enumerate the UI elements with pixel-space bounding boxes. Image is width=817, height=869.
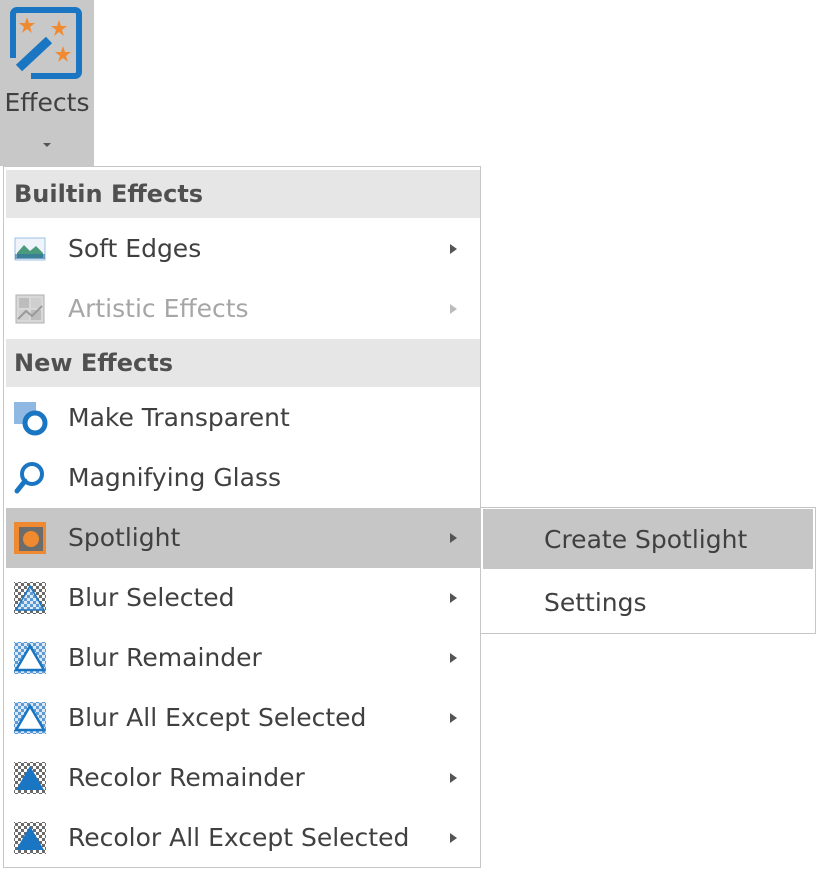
section-header-new: New Effects — [6, 339, 480, 387]
magnifying-glass-icon — [14, 462, 44, 494]
chevron-right-icon — [450, 593, 457, 603]
chevron-right-icon — [450, 533, 457, 543]
menu-item-blur-selected[interactable]: Blur Selected — [6, 568, 480, 628]
menu-item-label: Recolor All Except Selected — [68, 823, 410, 852]
blur-all-except-icon — [13, 702, 47, 734]
menu-item-label: Blur Selected — [68, 583, 235, 612]
menu-item-label: Magnifying Glass — [68, 463, 282, 492]
chevron-down-icon — [43, 143, 51, 147]
recolor-all-except-icon — [14, 822, 46, 854]
recolor-remainder-icon — [14, 762, 46, 794]
menu-item-label: Spotlight — [68, 523, 181, 552]
menu-item-artistic-effects[interactable]: Artistic Effects — [6, 279, 480, 339]
menu-item-label: Soft Edges — [68, 234, 202, 263]
menu-item-blur-all-except-selected[interactable]: Blur All Except Selected — [6, 688, 480, 748]
menu-item-recolor-remainder[interactable]: Recolor Remainder — [6, 748, 480, 808]
menu-item-label: Artistic Effects — [68, 294, 249, 323]
section-header-builtin: Builtin Effects — [6, 170, 480, 218]
menu-item-label: Blur All Except Selected — [68, 703, 367, 732]
menu-item-spotlight[interactable]: Spotlight — [6, 508, 480, 568]
chevron-right-icon — [450, 653, 457, 663]
blur-remainder-icon — [13, 642, 47, 674]
spotlight-submenu: Create Spotlight Settings — [480, 507, 816, 634]
chevron-right-icon — [450, 773, 457, 783]
menu-item-magnifying-glass[interactable]: Magnifying Glass — [6, 448, 480, 508]
spotlight-icon — [14, 522, 46, 554]
chevron-right-icon — [450, 833, 457, 843]
effects-dropdown-menu: Builtin Effects Soft Edges Artistic Effe… — [3, 166, 481, 868]
chevron-right-icon — [450, 713, 457, 723]
chevron-right-icon — [450, 304, 457, 314]
effects-label: Effects — [4, 88, 90, 117]
submenu-item-label: Settings — [544, 588, 647, 617]
menu-item-blur-remainder[interactable]: Blur Remainder — [6, 628, 480, 688]
chevron-right-icon — [450, 244, 457, 254]
submenu-item-label: Create Spotlight — [544, 525, 748, 554]
magic-wand-stars-icon — [9, 7, 82, 80]
menu-item-label: Recolor Remainder — [68, 763, 305, 792]
make-transparent-icon — [14, 402, 48, 436]
menu-item-recolor-all-except-selected[interactable]: Recolor All Except Selected — [6, 808, 480, 868]
menu-item-label: Blur Remainder — [68, 643, 262, 672]
blur-selected-icon — [14, 582, 46, 614]
menu-item-label: Make Transparent — [68, 403, 290, 432]
submenu-item-settings[interactable]: Settings — [483, 572, 813, 632]
effects-ribbon-button[interactable]: Effects — [0, 0, 94, 166]
menu-item-soft-edges[interactable]: Soft Edges — [6, 219, 480, 279]
submenu-item-create-spotlight[interactable]: Create Spotlight — [483, 509, 813, 569]
menu-item-make-transparent[interactable]: Make Transparent — [6, 388, 480, 448]
artistic-effects-icon — [15, 294, 45, 324]
soft-edges-icon — [14, 237, 46, 261]
